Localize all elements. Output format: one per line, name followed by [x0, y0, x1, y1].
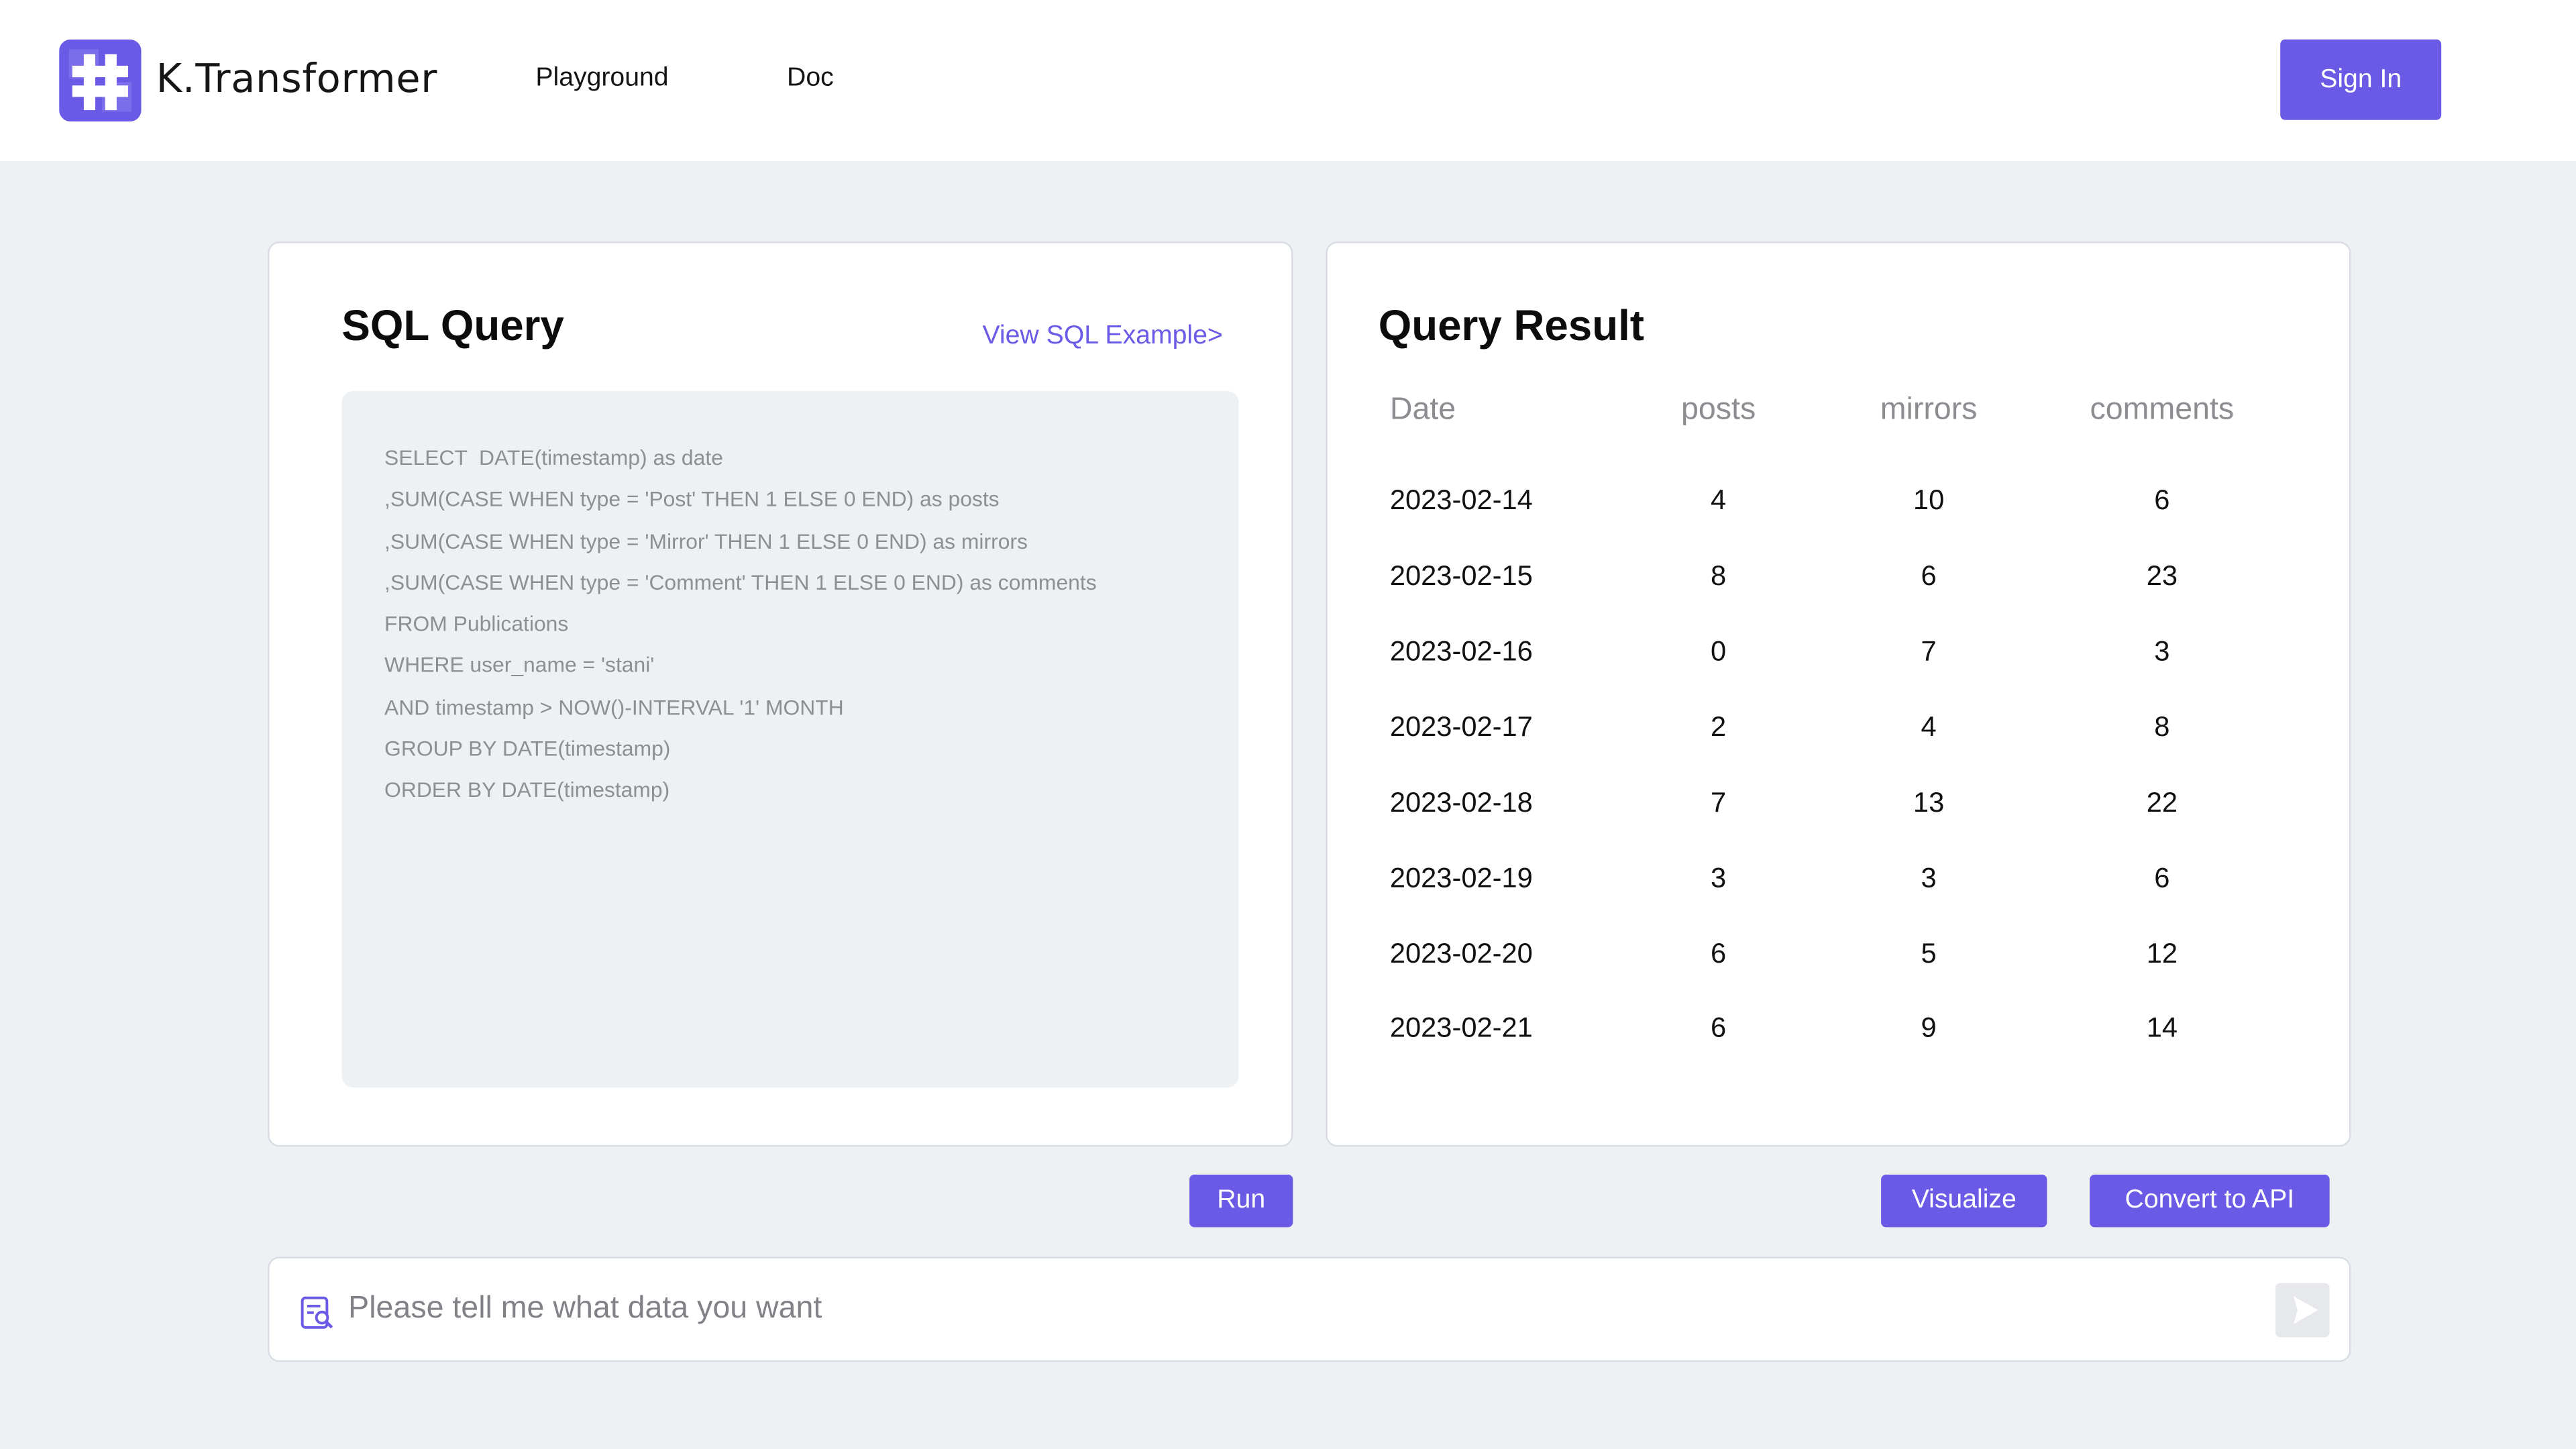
cell-date: 2023-02-18 [1389, 787, 1533, 818]
sql-line: ORDER BY DATE(timestamp) [384, 777, 670, 803]
cell-date: 2023-02-16 [1389, 635, 1533, 667]
sql-line: ,SUM(CASE WHEN type = 'Mirror' THEN 1 EL… [384, 528, 1028, 553]
table-row: 2023-02-19 3 3 6 [1328, 863, 2351, 909]
table-row: 2023-02-15 8 6 23 [1328, 560, 2351, 606]
nav-playground[interactable]: Playground [535, 64, 668, 94]
prompt-input[interactable] [348, 1281, 2238, 1338]
send-button[interactable] [2275, 1283, 2330, 1338]
cell-date: 2023-02-21 [1389, 1012, 1533, 1044]
prompt-bar [268, 1256, 2351, 1362]
convert-to-api-button[interactable]: Convert to API [2090, 1175, 2330, 1228]
table-row: 2023-02-21 6 9 14 [1328, 1012, 2351, 1059]
sql-panel-title: SQL Query [341, 301, 564, 350]
brand-name: K.Transformer [156, 56, 438, 102]
app-root: K.Transformer Playground Doc Sign In SQL… [0, 0, 2576, 1449]
sql-line: SELECT DATE(timestamp) as date [384, 445, 723, 470]
sql-line: ,SUM(CASE WHEN type = 'Comment' THEN 1 E… [384, 570, 1097, 595]
send-icon [2293, 1296, 2318, 1324]
table-row: 2023-02-20 6 5 12 [1328, 938, 2351, 984]
sql-line: AND timestamp > NOW()-INTERVAL '1' MONTH [384, 694, 844, 720]
sign-in-button[interactable]: Sign In [2280, 39, 2442, 120]
cell-date: 2023-02-20 [1389, 938, 1533, 969]
view-sql-example-link[interactable]: View SQL Example> [982, 322, 1222, 352]
sql-line: FROM Publications [384, 611, 569, 637]
column-header-date: Date [1389, 392, 1456, 427]
visualize-button[interactable]: Visualize [1881, 1175, 2047, 1228]
query-result-panel: Query Result Date posts mirrors comments… [1326, 241, 2351, 1147]
sql-line: GROUP BY DATE(timestamp) [384, 736, 671, 761]
cell-date: 2023-02-14 [1389, 484, 1533, 516]
table-row: 2023-02-17 2 4 8 [1328, 711, 2351, 757]
sql-query-panel: SQL Query View SQL Example> SELECT DATE(… [268, 241, 1293, 1147]
table-row: 2023-02-16 0 7 3 [1328, 636, 2351, 682]
brand-logo-icon[interactable] [59, 39, 142, 122]
sql-line: WHERE user_name = 'stani' [384, 653, 655, 678]
table-row: 2023-02-18 7 13 22 [1328, 787, 2351, 833]
nav-doc[interactable]: Doc [787, 64, 834, 94]
result-panel-title: Query Result [1378, 301, 1645, 350]
cell-date: 2023-02-19 [1389, 862, 1533, 894]
top-header: K.Transformer Playground Doc Sign In [0, 0, 2576, 161]
table-row: 2023-02-14 4 10 6 [1328, 484, 2351, 531]
cell-date: 2023-02-17 [1389, 711, 1533, 743]
sql-line: ,SUM(CASE WHEN type = 'Post' THEN 1 ELSE… [384, 486, 1000, 512]
search-document-icon [301, 1296, 333, 1329]
sql-editor[interactable]: SELECT DATE(timestamp) as date ,SUM(CASE… [341, 390, 1239, 1088]
cell-date: 2023-02-15 [1389, 560, 1533, 592]
run-button[interactable]: Run [1189, 1175, 1293, 1228]
